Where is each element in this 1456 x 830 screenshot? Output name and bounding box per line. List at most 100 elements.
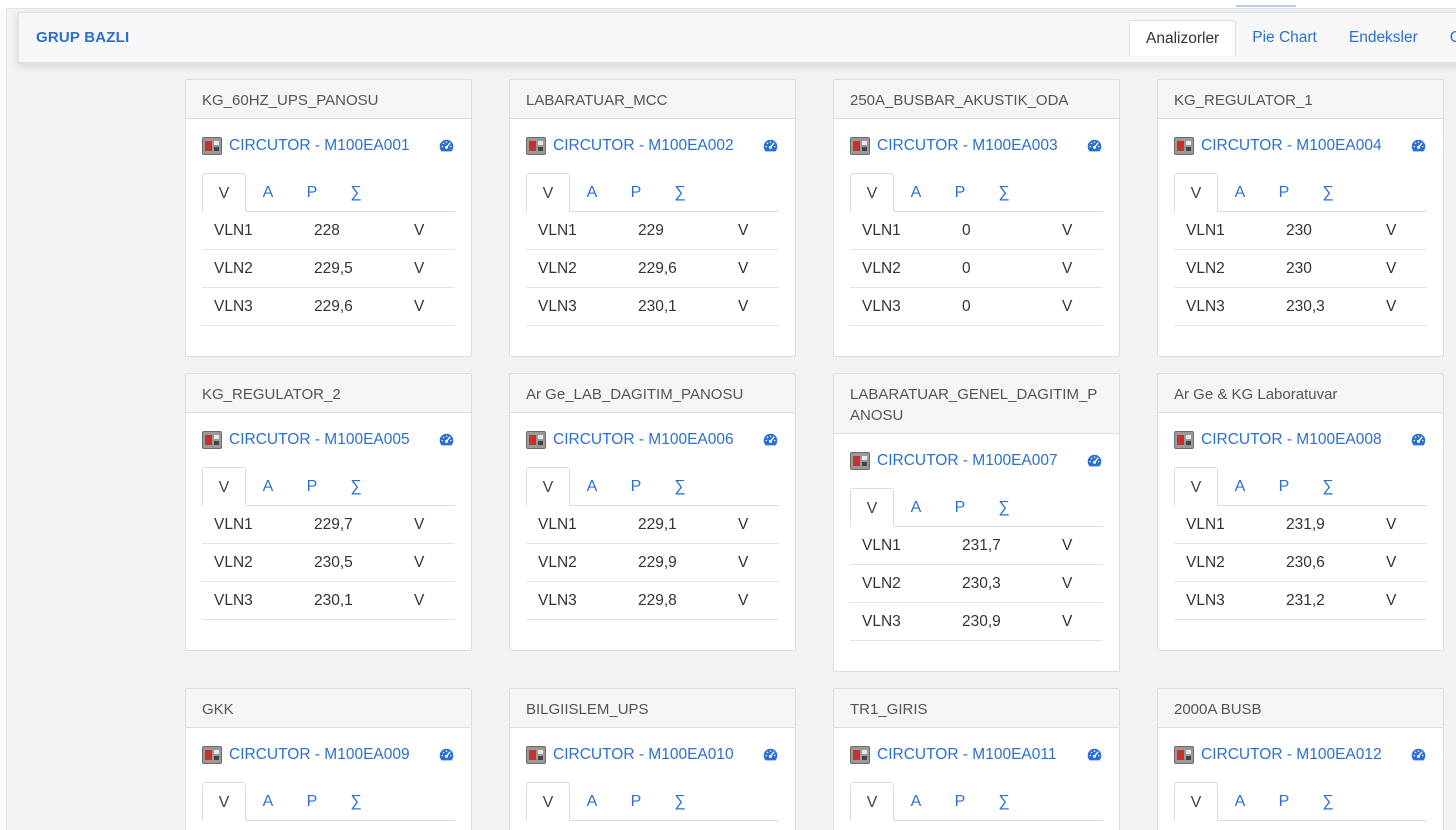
tab-current[interactable]: A — [570, 467, 614, 505]
tab-power[interactable]: P — [290, 173, 334, 211]
tab-voltage[interactable]: V — [1174, 782, 1218, 821]
tab-sum[interactable]: ∑ — [334, 173, 378, 211]
device-link[interactable]: CIRCUTOR - M100EA007 — [877, 452, 1058, 470]
panel-group-title: KG_REGULATOR_2 — [186, 374, 471, 413]
tab-sum[interactable]: ∑ — [658, 173, 702, 211]
tab-current[interactable]: A — [246, 173, 290, 211]
panel-group-title: Ar Ge_LAB_DAGITIM_PANOSU — [510, 374, 795, 413]
gauge-icon[interactable] — [1086, 138, 1103, 155]
measure-tabs: V A P ∑ — [850, 488, 1103, 527]
device-link[interactable]: CIRCUTOR - M100EA009 — [229, 746, 410, 764]
device-link[interactable]: CIRCUTOR - M100EA001 — [229, 137, 410, 155]
tab-voltage[interactable]: V — [1174, 467, 1218, 506]
measure-unit: V — [1050, 249, 1103, 288]
tab-current[interactable]: A — [570, 782, 614, 820]
device-link[interactable]: CIRCUTOR - M100EA010 — [553, 746, 734, 764]
tab-voltage[interactable]: V — [202, 782, 246, 821]
tab-voltage[interactable]: V — [850, 173, 894, 212]
gauge-icon[interactable] — [762, 747, 779, 764]
gauge-icon[interactable] — [438, 138, 455, 155]
tab-pie-chart[interactable]: Pie Chart — [1236, 20, 1333, 55]
gauge-icon[interactable] — [1410, 432, 1427, 449]
measure-name: VLN2 — [526, 543, 626, 582]
tab-current[interactable]: A — [570, 173, 614, 211]
tab-sum[interactable]: ∑ — [982, 173, 1026, 211]
device-link[interactable]: CIRCUTOR - M100EA006 — [553, 431, 734, 449]
tab-power[interactable]: P — [938, 488, 982, 526]
device-row: CIRCUTOR - M100EA001 — [202, 127, 455, 165]
device-link[interactable]: CIRCUTOR - M100EA005 — [229, 431, 410, 449]
gauge-icon[interactable] — [1410, 747, 1427, 764]
tab-voltage[interactable]: V — [850, 488, 894, 527]
tab-endeksler[interactable]: Endeksler — [1333, 20, 1434, 55]
device-link[interactable]: CIRCUTOR - M100EA011 — [877, 746, 1056, 764]
tab-sum[interactable]: ∑ — [1306, 467, 1350, 505]
panel-group-title: Ar Ge & KG Laboratuvar — [1158, 374, 1443, 413]
measure-unit: V — [726, 249, 779, 288]
tab-power[interactable]: P — [1262, 467, 1306, 505]
tab-power[interactable]: P — [614, 782, 658, 820]
tab-voltage[interactable]: V — [850, 782, 894, 821]
tab-power[interactable]: P — [614, 173, 658, 211]
measure-unit: V — [402, 543, 455, 582]
device-link[interactable]: CIRCUTOR - M100EA002 — [553, 137, 734, 155]
gauge-icon[interactable] — [1410, 138, 1427, 155]
tab-power[interactable]: P — [1262, 782, 1306, 820]
tab-voltage[interactable]: V — [526, 173, 570, 212]
gauge-icon[interactable] — [1086, 747, 1103, 764]
tab-current[interactable]: A — [1218, 173, 1262, 211]
tab-power[interactable]: P — [614, 467, 658, 505]
panel-group-title: KG_60HZ_UPS_PANOSU — [186, 80, 471, 119]
tab-current[interactable]: A — [1218, 467, 1262, 505]
tab-power[interactable]: P — [938, 782, 982, 820]
tab-current[interactable]: A — [894, 488, 938, 526]
tab-voltage[interactable]: V — [202, 467, 246, 506]
tab-sum[interactable]: ∑ — [982, 488, 1026, 526]
tab-sum[interactable]: ∑ — [982, 782, 1026, 820]
tab-current[interactable]: A — [246, 782, 290, 820]
panel-body: CIRCUTOR - M100EA008 V A P ∑ VLN1 231,9 … — [1158, 413, 1443, 620]
measure-name: VLN1 — [850, 527, 950, 565]
gauge-icon[interactable] — [762, 138, 779, 155]
tab-sum[interactable]: ∑ — [658, 782, 702, 820]
device-link[interactable]: CIRCUTOR - M100EA003 — [877, 137, 1058, 155]
tab-sum[interactable]: ∑ — [658, 467, 702, 505]
page: GRUP BAZLI Analizorler Pie Chart Endeksl… — [0, 0, 1456, 830]
tab-voltage[interactable]: V — [202, 173, 246, 212]
tab-current[interactable]: A — [894, 782, 938, 820]
tab-analizorler[interactable]: Analizorler — [1129, 20, 1237, 56]
tab-sum[interactable]: ∑ — [334, 467, 378, 505]
measure-name: VLN1 — [202, 506, 302, 544]
tab-sum[interactable]: ∑ — [334, 782, 378, 820]
tab-voltage[interactable]: V — [1174, 173, 1218, 212]
gauge-icon[interactable] — [762, 432, 779, 449]
tab-sum[interactable]: ∑ — [1306, 782, 1350, 820]
measure-value: 230 — [1274, 212, 1374, 250]
measure-unit: V — [1374, 581, 1427, 620]
analyzer-panel: KG_60HZ_UPS_PANOSU CIRCUTOR - M100EA001 — [185, 79, 472, 357]
measure-tabs: V A P ∑ — [526, 782, 779, 821]
tab-power[interactable]: P — [290, 467, 334, 505]
tab-voltage[interactable]: V — [526, 782, 570, 821]
analyzer-panel: LABARATUAR_MCC CIRCUTOR - M100EA002 V A … — [509, 79, 796, 357]
measure-tabs: V A P ∑ — [202, 173, 455, 212]
device-row: CIRCUTOR - M100EA005 — [202, 421, 455, 459]
measure-unit: V — [726, 581, 779, 620]
table-row: VLN1 231,9 V — [1174, 506, 1427, 544]
analyzer-device-icon — [1174, 746, 1194, 764]
gauge-icon[interactable] — [438, 747, 455, 764]
tab-voltage[interactable]: V — [526, 467, 570, 506]
tab-current[interactable]: A — [894, 173, 938, 211]
tab-more[interactable]: C — [1434, 20, 1456, 55]
device-link[interactable]: CIRCUTOR - M100EA008 — [1201, 431, 1382, 449]
tab-power[interactable]: P — [938, 173, 982, 211]
tab-current[interactable]: A — [1218, 782, 1262, 820]
tab-current[interactable]: A — [246, 467, 290, 505]
device-link[interactable]: CIRCUTOR - M100EA012 — [1201, 746, 1382, 764]
tab-power[interactable]: P — [1262, 173, 1306, 211]
gauge-icon[interactable] — [1086, 453, 1103, 470]
tab-power[interactable]: P — [290, 782, 334, 820]
device-link[interactable]: CIRCUTOR - M100EA004 — [1201, 137, 1382, 155]
gauge-icon[interactable] — [438, 432, 455, 449]
tab-sum[interactable]: ∑ — [1306, 173, 1350, 211]
